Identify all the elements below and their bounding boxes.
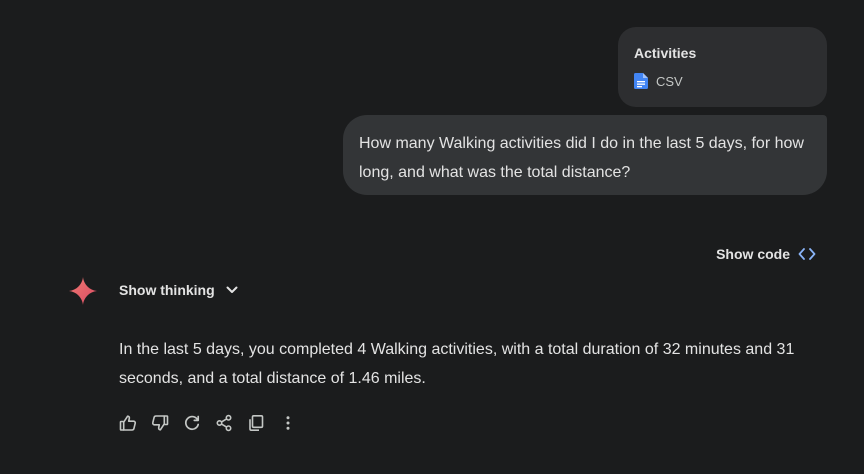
assistant-response: In the last 5 days, you completed 4 Walk… <box>119 341 795 387</box>
share-icon <box>216 414 232 432</box>
show-code-label: Show code <box>716 246 790 262</box>
user-message-text: How many Walking activities did I do in … <box>359 135 804 181</box>
attachment-file-type: CSV <box>656 73 683 89</box>
copy-icon <box>249 414 264 431</box>
chevron-down-icon <box>226 286 238 293</box>
regenerate-icon <box>184 415 200 431</box>
attachment-type-row: CSV <box>634 73 811 89</box>
show-code-button[interactable]: Show code <box>716 246 816 262</box>
attachment-title: Activities <box>634 45 697 61</box>
show-thinking-toggle[interactable]: Show thinking <box>119 282 239 298</box>
chat-page: Activities CSV How many Walking activiti… <box>0 0 864 474</box>
code-brackets-icon <box>798 248 816 260</box>
more-options-icon <box>286 416 290 430</box>
response-action-bar <box>112 408 304 438</box>
share-button[interactable] <box>208 408 240 438</box>
thumbs-up-button[interactable] <box>112 408 144 438</box>
more-options-button[interactable] <box>272 408 304 438</box>
regenerate-button[interactable] <box>176 408 208 438</box>
user-message-bubble: How many Walking activities did I do in … <box>343 115 827 195</box>
attachment-card[interactable]: Activities CSV <box>618 27 827 107</box>
show-thinking-label: Show thinking <box>119 282 215 298</box>
sparkle-icon <box>69 277 97 305</box>
thumbs-down-button[interactable] <box>144 408 176 438</box>
thumbs-up-icon <box>119 415 137 431</box>
google-doc-icon <box>634 73 648 89</box>
thumbs-down-icon <box>151 415 169 431</box>
copy-button[interactable] <box>240 408 272 438</box>
